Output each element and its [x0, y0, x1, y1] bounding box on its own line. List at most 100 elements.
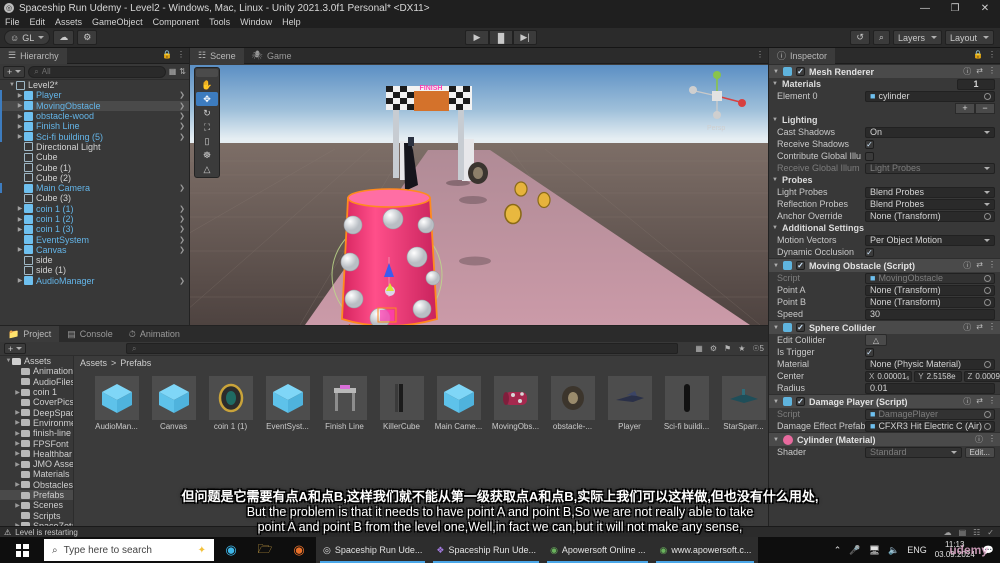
twisty-icon[interactable]: ▶ — [14, 450, 21, 457]
twisty-icon[interactable]: ▶ — [16, 226, 24, 233]
object-picker-icon[interactable] — [984, 286, 991, 294]
help-icon[interactable]: ⓘ — [963, 322, 971, 333]
tab-scene[interactable]: ☷ Scene — [190, 47, 244, 64]
hierarchy-search-input[interactable]: ⌕ All — [28, 65, 166, 78]
object-field[interactable]: ■ DamagePlayer — [865, 408, 995, 420]
section-foldout-icon[interactable]: ▼ — [772, 81, 779, 87]
checkbox[interactable]: ✓ — [865, 347, 874, 357]
project-folder-item[interactable]: Prefabs — [0, 489, 73, 501]
project-folder-item[interactable]: ▶ Healthbar — [0, 449, 73, 459]
component-foldout-icon[interactable]: ▼ — [773, 69, 779, 75]
project-folder-item[interactable]: ▶ finish-line — [0, 428, 73, 438]
object-picker-icon[interactable] — [984, 360, 991, 368]
kebab-icon[interactable]: ⋮ — [756, 50, 764, 59]
project-favorite-icon[interactable]: ★ — [738, 344, 745, 353]
project-folder-item[interactable]: Animations — [0, 366, 73, 376]
vector3-component[interactable]: X 0.00001₆ — [865, 370, 913, 382]
twisty-icon[interactable]: ▶ — [14, 419, 21, 426]
hierarchy-add-button[interactable]: + — [3, 65, 26, 78]
chevron-right-icon[interactable]: ❯ — [179, 102, 185, 110]
component-enabled-checkbox[interactable]: ✓ — [795, 323, 805, 332]
dropdown-field[interactable]: Blend Probes — [865, 186, 995, 198]
object-picker-icon[interactable] — [984, 212, 991, 220]
object-field[interactable]: ■ MovingObstacle — [865, 272, 995, 284]
help-icon[interactable]: ⓘ — [963, 66, 971, 77]
help-icon[interactable]: ⓘ — [963, 396, 971, 407]
project-asset-grid[interactable]: AudioMan... Canvas coin 1 (1) EventSyst... F… — [74, 370, 768, 431]
component-foldout-icon[interactable]: ▼ — [773, 437, 779, 443]
chevron-right-icon[interactable]: ❯ — [179, 277, 185, 285]
kebab-icon[interactable]: ⋮ — [988, 434, 996, 445]
shader-dropdown[interactable]: Standard — [865, 446, 962, 458]
cloud-icon[interactable]: ☁ — [53, 30, 75, 45]
twisty-icon[interactable]: ▶ — [16, 133, 24, 140]
menu-item-file[interactable]: File — [5, 17, 20, 27]
custom-tool-button[interactable]: △ — [196, 162, 218, 176]
taskbar-app-apowersoft-web[interactable]: ◉ www.apowersoft.c... — [652, 537, 759, 563]
component-enabled-checkbox[interactable]: ✓ — [795, 67, 805, 76]
chevron-right-icon[interactable]: ❯ — [179, 225, 185, 233]
network-icon[interactable]: 🖥 — [869, 545, 880, 556]
twisty-icon[interactable]: ▶ — [16, 102, 24, 109]
layers-icon[interactable]: ☷ — [973, 528, 980, 537]
project-folder-item[interactable]: ▶ DeepSpaceSkyboxPack — [0, 407, 73, 418]
twisty-icon[interactable]: ▶ — [14, 389, 21, 396]
taskbar-app-vs[interactable]: ❖ Spaceship Run Ude... — [429, 537, 544, 563]
section-foldout-icon[interactable]: ▼ — [772, 225, 779, 231]
tab-console[interactable]: ▤ Console — [59, 326, 121, 342]
play-button[interactable]: ▶ — [465, 30, 489, 45]
hierarchy-item[interactable]: ▶ AudioManager ❯ — [0, 276, 189, 286]
edge-icon[interactable]: ◉ — [214, 537, 248, 563]
hand-tool-button[interactable]: ✋ — [196, 78, 218, 92]
project-asset-item[interactable]: Player — [605, 376, 654, 431]
tab-hierarchy[interactable]: ☰ Hierarchy — [0, 47, 67, 64]
component-header[interactable]: ▼ Cylinder (Material) ⓘ ⋮ — [769, 432, 1000, 446]
hierarchy-sort-icon[interactable]: ⇅ — [179, 67, 186, 76]
menu-item-assets[interactable]: Assets — [55, 17, 82, 27]
hierarchy-item[interactable]: Cube — [0, 152, 189, 162]
object-field[interactable]: None (Transform) — [865, 296, 995, 308]
chevron-right-icon[interactable]: ❯ — [179, 184, 185, 192]
chevron-right-icon[interactable]: ❯ — [179, 112, 185, 120]
project-folder-item[interactable]: CoverPics — [0, 397, 73, 407]
collab-icon[interactable]: ☁ — [944, 528, 952, 537]
array-remove-button[interactable]: − — [975, 102, 995, 114]
breadcrumb-item-assets[interactable]: Assets — [80, 358, 107, 368]
project-folder-item[interactable]: ▶ FPSFont — [0, 438, 73, 449]
firefox-icon[interactable]: ◉ — [282, 537, 316, 563]
project-type-filter-icon[interactable]: ⚙ — [710, 344, 717, 353]
hierarchy-item[interactable]: ▶ coin 1 (3) ❯ — [0, 224, 189, 234]
project-label-filter-icon[interactable]: ⚑ — [724, 344, 731, 353]
dropdown-field[interactable]: Blend Probes — [865, 198, 995, 210]
maximize-button[interactable]: ❐ — [940, 0, 970, 16]
object-picker-icon[interactable] — [984, 298, 991, 306]
twisty-icon[interactable]: ▶ — [14, 481, 21, 488]
vector3-component[interactable]: Z0.00099₆ — [963, 370, 1000, 382]
chevron-right-icon[interactable]: ❯ — [179, 246, 185, 254]
object-field[interactable]: ■ cylinder — [865, 90, 995, 102]
project-folder-item[interactable]: ▶ Environment — [0, 418, 73, 428]
project-folder-item[interactable]: Materials — [0, 469, 73, 479]
object-field[interactable]: ■ CFXR3 Hit Electric C (Air) — [865, 420, 995, 432]
component-foldout-icon[interactable]: ▼ — [773, 325, 779, 331]
inspector-components[interactable]: ▼ ✓ Mesh Renderer ⓘ ⇄ ⋮ ▼ Materials 1 Element 0 ■ c… — [769, 64, 1000, 526]
section-foldout-icon[interactable]: ▼ — [772, 177, 779, 183]
twisty-icon[interactable]: ▶ — [14, 440, 21, 447]
search-icon[interactable]: ⌕ — [872, 30, 890, 45]
component-foldout-icon[interactable]: ▼ — [773, 399, 779, 405]
text-field[interactable]: 30 — [865, 308, 995, 320]
preset-icon[interactable]: ⇄ — [976, 66, 983, 77]
history-icon[interactable]: ↺ — [850, 30, 870, 45]
project-asset-item[interactable]: Finish Line — [320, 376, 369, 431]
array-size-field[interactable]: 1 — [957, 78, 995, 90]
tab-game[interactable]: 🕷 Game — [244, 48, 300, 64]
kebab-icon[interactable]: ⋮ — [988, 50, 996, 59]
dropdown-field[interactable]: On — [865, 126, 995, 138]
menu-item-help[interactable]: Help — [282, 17, 301, 27]
project-folder-item[interactable]: ▶ Scenes — [0, 500, 73, 510]
layers-dropdown[interactable]: Layers — [892, 30, 942, 45]
hierarchy-item[interactable]: Cube (2) — [0, 173, 189, 183]
checkbox[interactable]: ✓ — [865, 139, 874, 149]
twisty-icon[interactable]: ▶ — [14, 502, 21, 509]
transform-tool-button[interactable]: ☸ — [196, 148, 218, 162]
